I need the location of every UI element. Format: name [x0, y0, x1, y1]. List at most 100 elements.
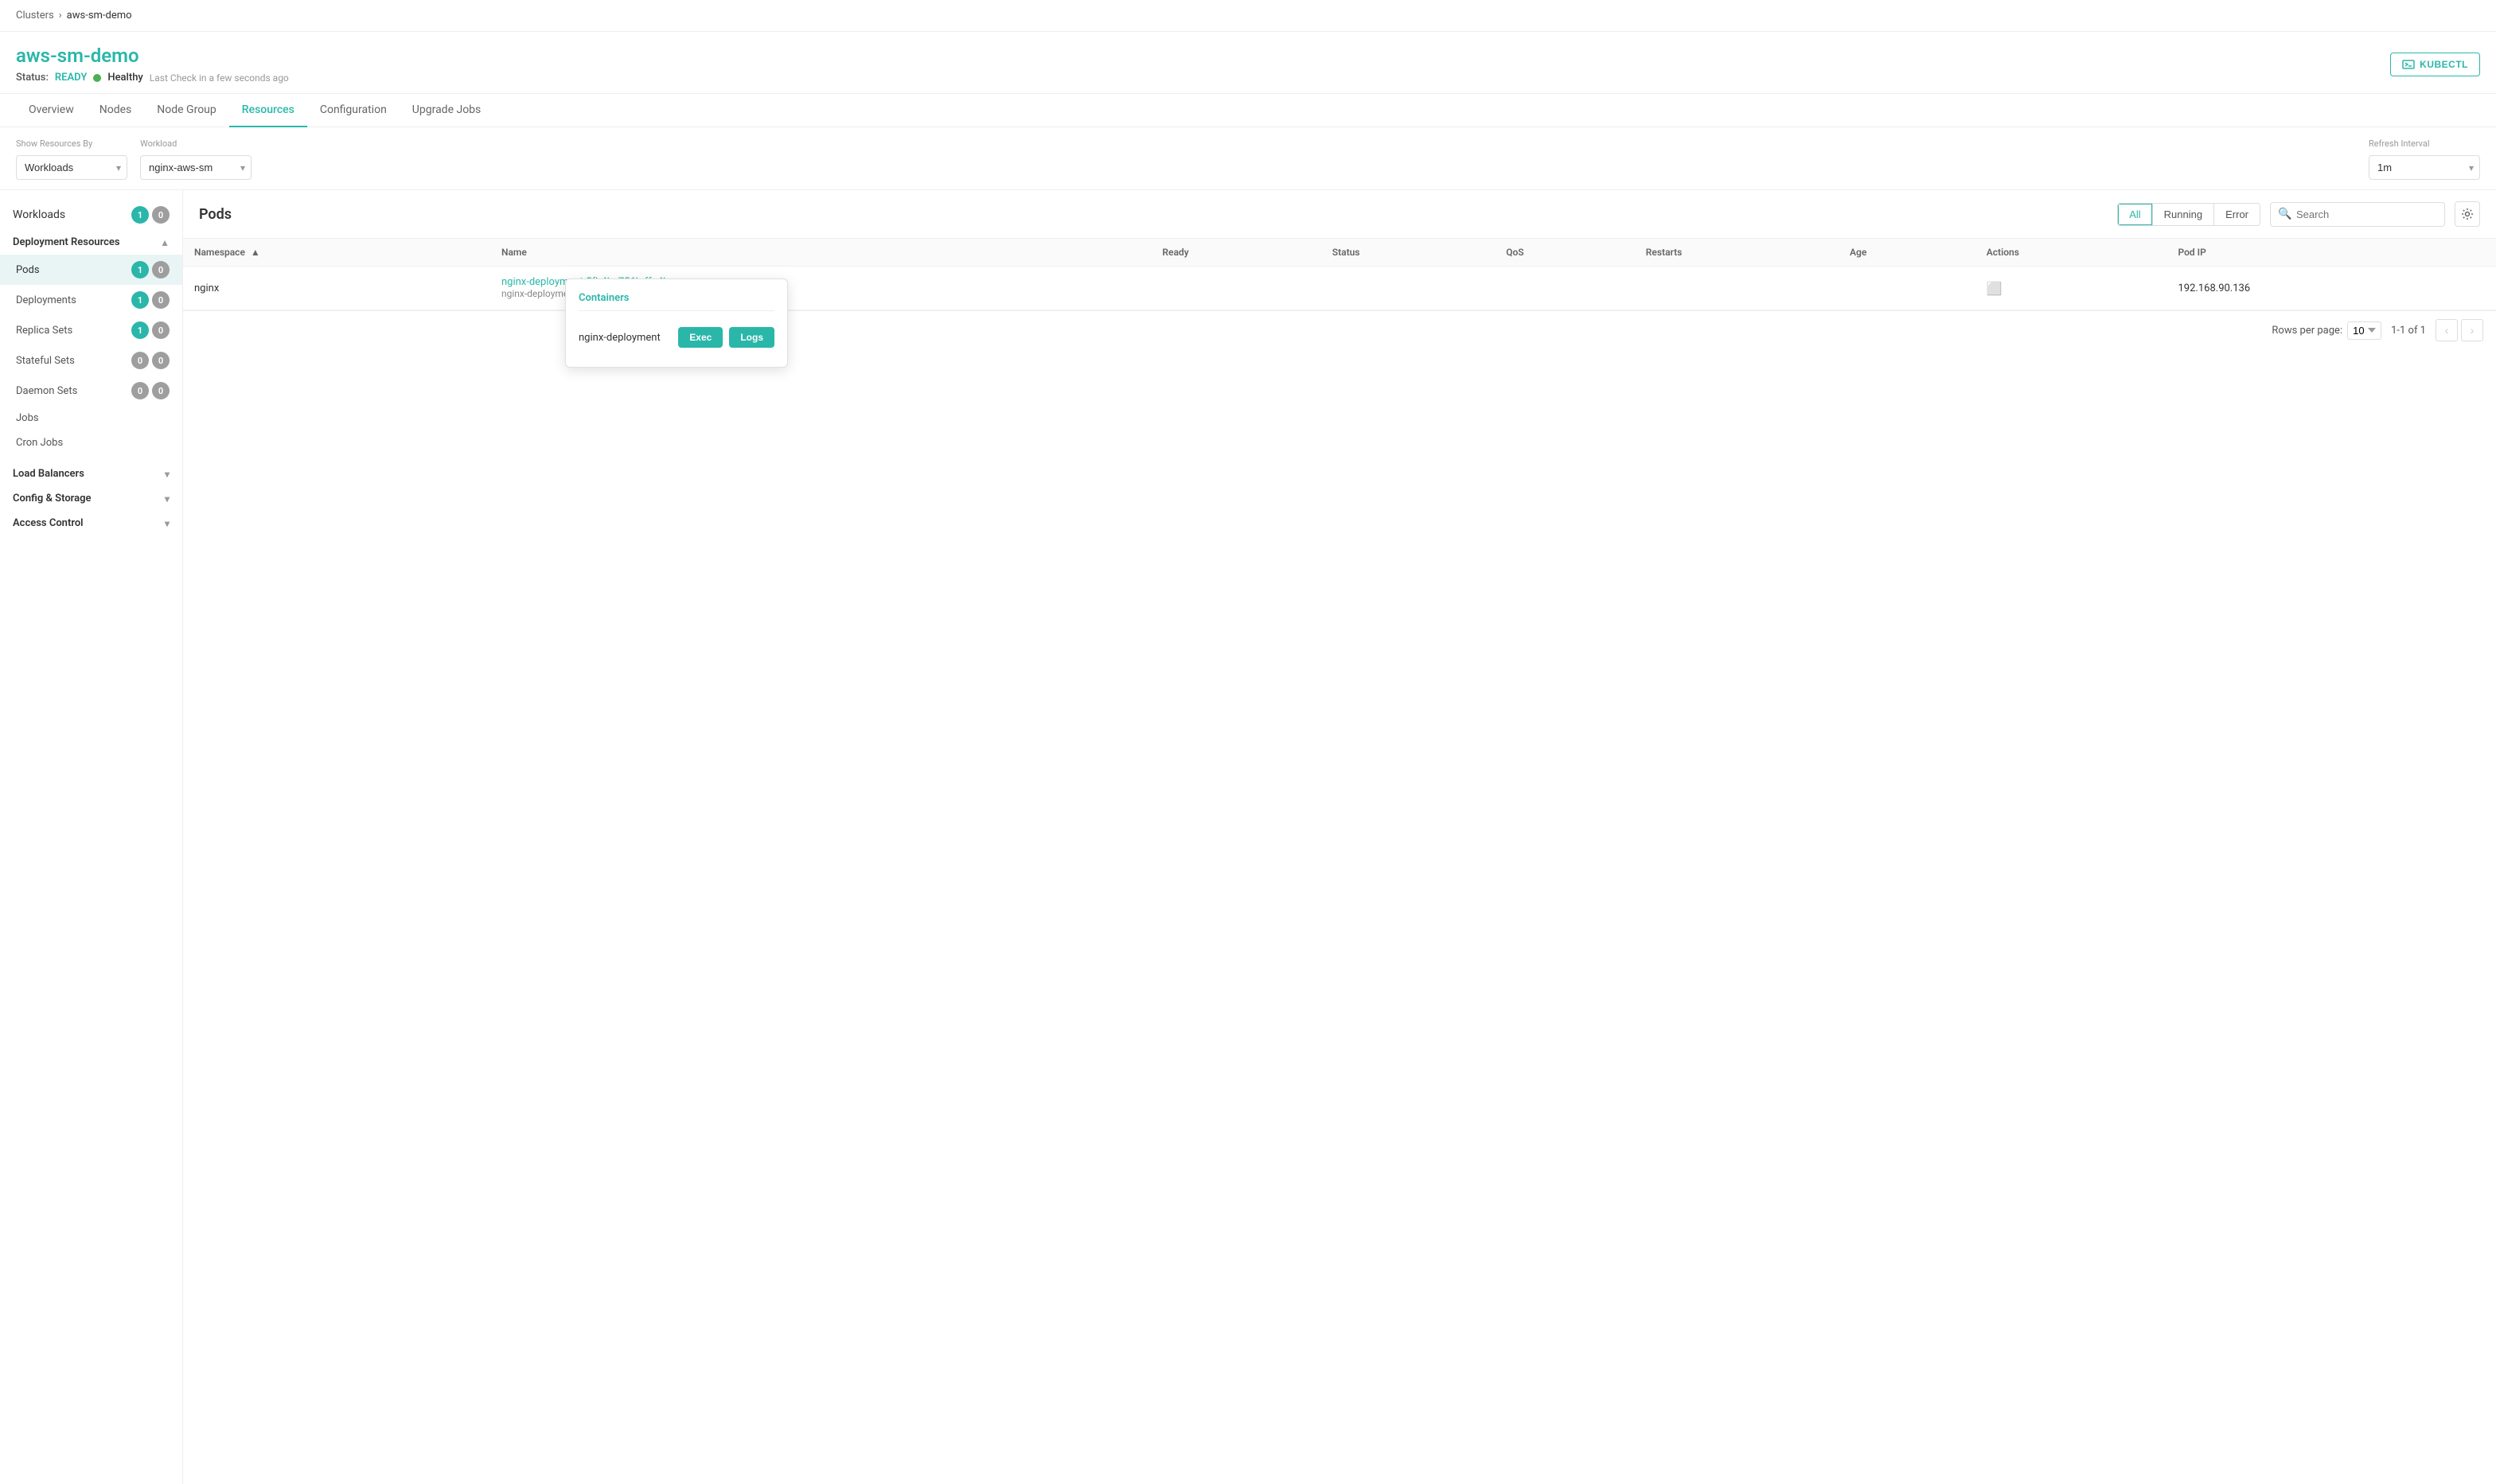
- deployments-badges: 1 0: [131, 291, 170, 309]
- cell-actions[interactable]: ⬜: [1975, 267, 2167, 310]
- cell-status: [1321, 267, 1495, 310]
- sidebar-item-replica-sets[interactable]: Replica Sets 1 0: [0, 315, 182, 345]
- table-row: nginx nginx-deployment-5fb4bc756b-ffg4h …: [183, 267, 2496, 310]
- show-resources-control: Show Resources By Workloads ▾: [16, 138, 127, 180]
- deployments-badge-green: 1: [131, 291, 149, 309]
- tab-nodes[interactable]: Nodes: [87, 94, 145, 127]
- refresh-interval-label: Refresh Interval: [2369, 138, 2480, 149]
- th-actions: Actions: [1975, 239, 2167, 267]
- logs-button[interactable]: Logs: [729, 327, 774, 348]
- tabs-bar: Overview Nodes Node Group Resources Conf…: [0, 94, 2496, 127]
- table-header-row: Namespace ▲ Name Ready Status QoS Restar…: [183, 239, 2496, 267]
- pods-badge-gray: 0: [152, 261, 170, 278]
- tab-overview[interactable]: Overview: [16, 94, 87, 127]
- workloads-label: Workloads: [13, 208, 125, 221]
- sidebar-item-daemon-sets-label: Daemon Sets: [16, 385, 131, 397]
- pods-table: Namespace ▲ Name Ready Status QoS Restar…: [183, 239, 2496, 310]
- refresh-interval-control: Refresh Interval Off 30s 1m 5m 10m ▾: [2369, 138, 2480, 180]
- rows-per-page-select[interactable]: 10 25 50: [2347, 321, 2381, 340]
- sidebar-item-cron-jobs-label: Cron Jobs: [16, 437, 170, 449]
- rows-per-page-label: Rows per page:: [2272, 325, 2342, 337]
- show-resources-select[interactable]: Workloads: [16, 155, 127, 180]
- search-input[interactable]: [2270, 202, 2445, 227]
- health-label: Healthy: [107, 72, 142, 84]
- th-name: Name: [490, 239, 1151, 267]
- show-resources-select-wrapper: Workloads ▾: [16, 155, 127, 180]
- last-check-text: Last Check in a few seconds ago: [150, 72, 289, 84]
- sidebar-item-pods-label: Pods: [16, 264, 131, 276]
- workloads-row[interactable]: Workloads 1 0: [0, 200, 182, 230]
- load-balancers-chevron-icon: ▾: [165, 469, 170, 480]
- page-title: aws-sm-demo: [16, 45, 289, 67]
- cell-age: [1839, 267, 1975, 310]
- breadcrumb-clusters[interactable]: Clusters: [16, 10, 54, 21]
- cell-ready: [1151, 267, 1320, 310]
- workloads-badges: 1 0: [131, 206, 170, 224]
- th-ready: Ready: [1151, 239, 1320, 267]
- access-control-section[interactable]: Access Control ▾: [0, 511, 182, 536]
- sidebar-item-daemon-sets[interactable]: Daemon Sets 0 0: [0, 376, 182, 406]
- deployment-resources-chevron-icon: ▲: [160, 237, 170, 248]
- show-resources-label: Show Resources By: [16, 138, 127, 149]
- config-storage-label: Config & Storage: [13, 493, 92, 504]
- tab-configuration[interactable]: Configuration: [307, 94, 400, 127]
- sidebar-item-stateful-sets-label: Stateful Sets: [16, 355, 131, 367]
- stateful-sets-badges: 0 0: [131, 352, 170, 369]
- workload-select[interactable]: nginx-aws-sm: [140, 155, 252, 180]
- page-nav: ‹ ›: [2436, 319, 2483, 341]
- th-status: Status: [1321, 239, 1495, 267]
- pods-badge-green: 1: [131, 261, 149, 278]
- exec-button[interactable]: Exec: [678, 327, 723, 348]
- copy-icon[interactable]: ⬜: [1987, 281, 2003, 296]
- prev-page-button[interactable]: ‹: [2436, 319, 2458, 341]
- table-wrapper: Namespace ▲ Name Ready Status QoS Restar…: [183, 239, 2496, 349]
- tab-node-group[interactable]: Node Group: [144, 94, 228, 127]
- deployment-resources-section[interactable]: Deployment Resources ▲: [0, 230, 182, 255]
- kubectl-button[interactable]: KUBECTL: [2390, 53, 2480, 76]
- filter-running-button[interactable]: Running: [2153, 204, 2214, 225]
- sidebar-item-deployments[interactable]: Deployments 1 0: [0, 285, 182, 315]
- next-page-button[interactable]: ›: [2461, 319, 2483, 341]
- page-info: 1-1 of 1: [2391, 325, 2426, 337]
- config-storage-section[interactable]: Config & Storage ▾: [0, 486, 182, 511]
- pods-header: Pods All Running Error 🔍: [183, 190, 2496, 239]
- tab-upgrade-jobs[interactable]: Upgrade Jobs: [400, 94, 493, 127]
- health-dot: [93, 74, 101, 82]
- sidebar-item-cron-jobs[interactable]: Cron Jobs: [0, 430, 182, 455]
- filter-error-button[interactable]: Error: [2214, 204, 2260, 225]
- workloads-badge-gray: 0: [152, 206, 170, 224]
- popup-actions: Exec Logs: [678, 327, 774, 348]
- daemon-sets-badges: 0 0: [131, 382, 170, 399]
- filter-btn-group: All Running Error: [2117, 203, 2260, 226]
- stateful-sets-badge-gray: 0: [152, 352, 170, 369]
- sidebar-item-replica-sets-label: Replica Sets: [16, 325, 131, 337]
- container-popup: Containers nginx-deployment Exec Logs: [565, 278, 788, 368]
- load-balancers-label: Load Balancers: [13, 468, 84, 480]
- rows-per-page: Rows per page: 10 25 50: [2272, 321, 2381, 340]
- popup-item-label: nginx-deployment: [579, 332, 661, 344]
- sidebar-item-jobs-label: Jobs: [16, 412, 170, 424]
- pods-badges: 1 0: [131, 261, 170, 278]
- main-layout: Workloads 1 0 Deployment Resources ▲ Pod…: [0, 190, 2496, 1484]
- workload-label: Workload: [140, 138, 252, 149]
- page-header: aws-sm-demo Status: READY Healthy Last C…: [0, 32, 2496, 94]
- tab-resources[interactable]: Resources: [229, 94, 307, 127]
- access-control-chevron-icon: ▾: [165, 518, 170, 529]
- workload-control: Workload nginx-aws-sm ▾: [140, 138, 252, 180]
- sidebar-item-stateful-sets[interactable]: Stateful Sets 0 0: [0, 345, 182, 376]
- popup-title: Containers: [579, 292, 774, 311]
- cell-restarts: [1635, 267, 1839, 310]
- sidebar-item-pods[interactable]: Pods 1 0: [0, 255, 182, 285]
- daemon-sets-badge-green: 0: [131, 382, 149, 399]
- daemon-sets-badge-gray: 0: [152, 382, 170, 399]
- filter-all-button[interactable]: All: [2118, 204, 2152, 225]
- cell-pod-ip: 192.168.90.136: [2167, 267, 2496, 310]
- load-balancers-section[interactable]: Load Balancers ▾: [0, 462, 182, 486]
- controls-row: Show Resources By Workloads ▾ Workload n…: [0, 127, 2496, 190]
- th-namespace[interactable]: Namespace ▲: [183, 239, 490, 267]
- status-label: Status:: [16, 72, 49, 84]
- refresh-interval-select[interactable]: Off 30s 1m 5m 10m: [2369, 155, 2480, 180]
- settings-icon[interactable]: [2455, 201, 2480, 227]
- sidebar-item-jobs[interactable]: Jobs: [0, 406, 182, 430]
- status-bar: Status: READY Healthy Last Check in a fe…: [16, 72, 289, 84]
